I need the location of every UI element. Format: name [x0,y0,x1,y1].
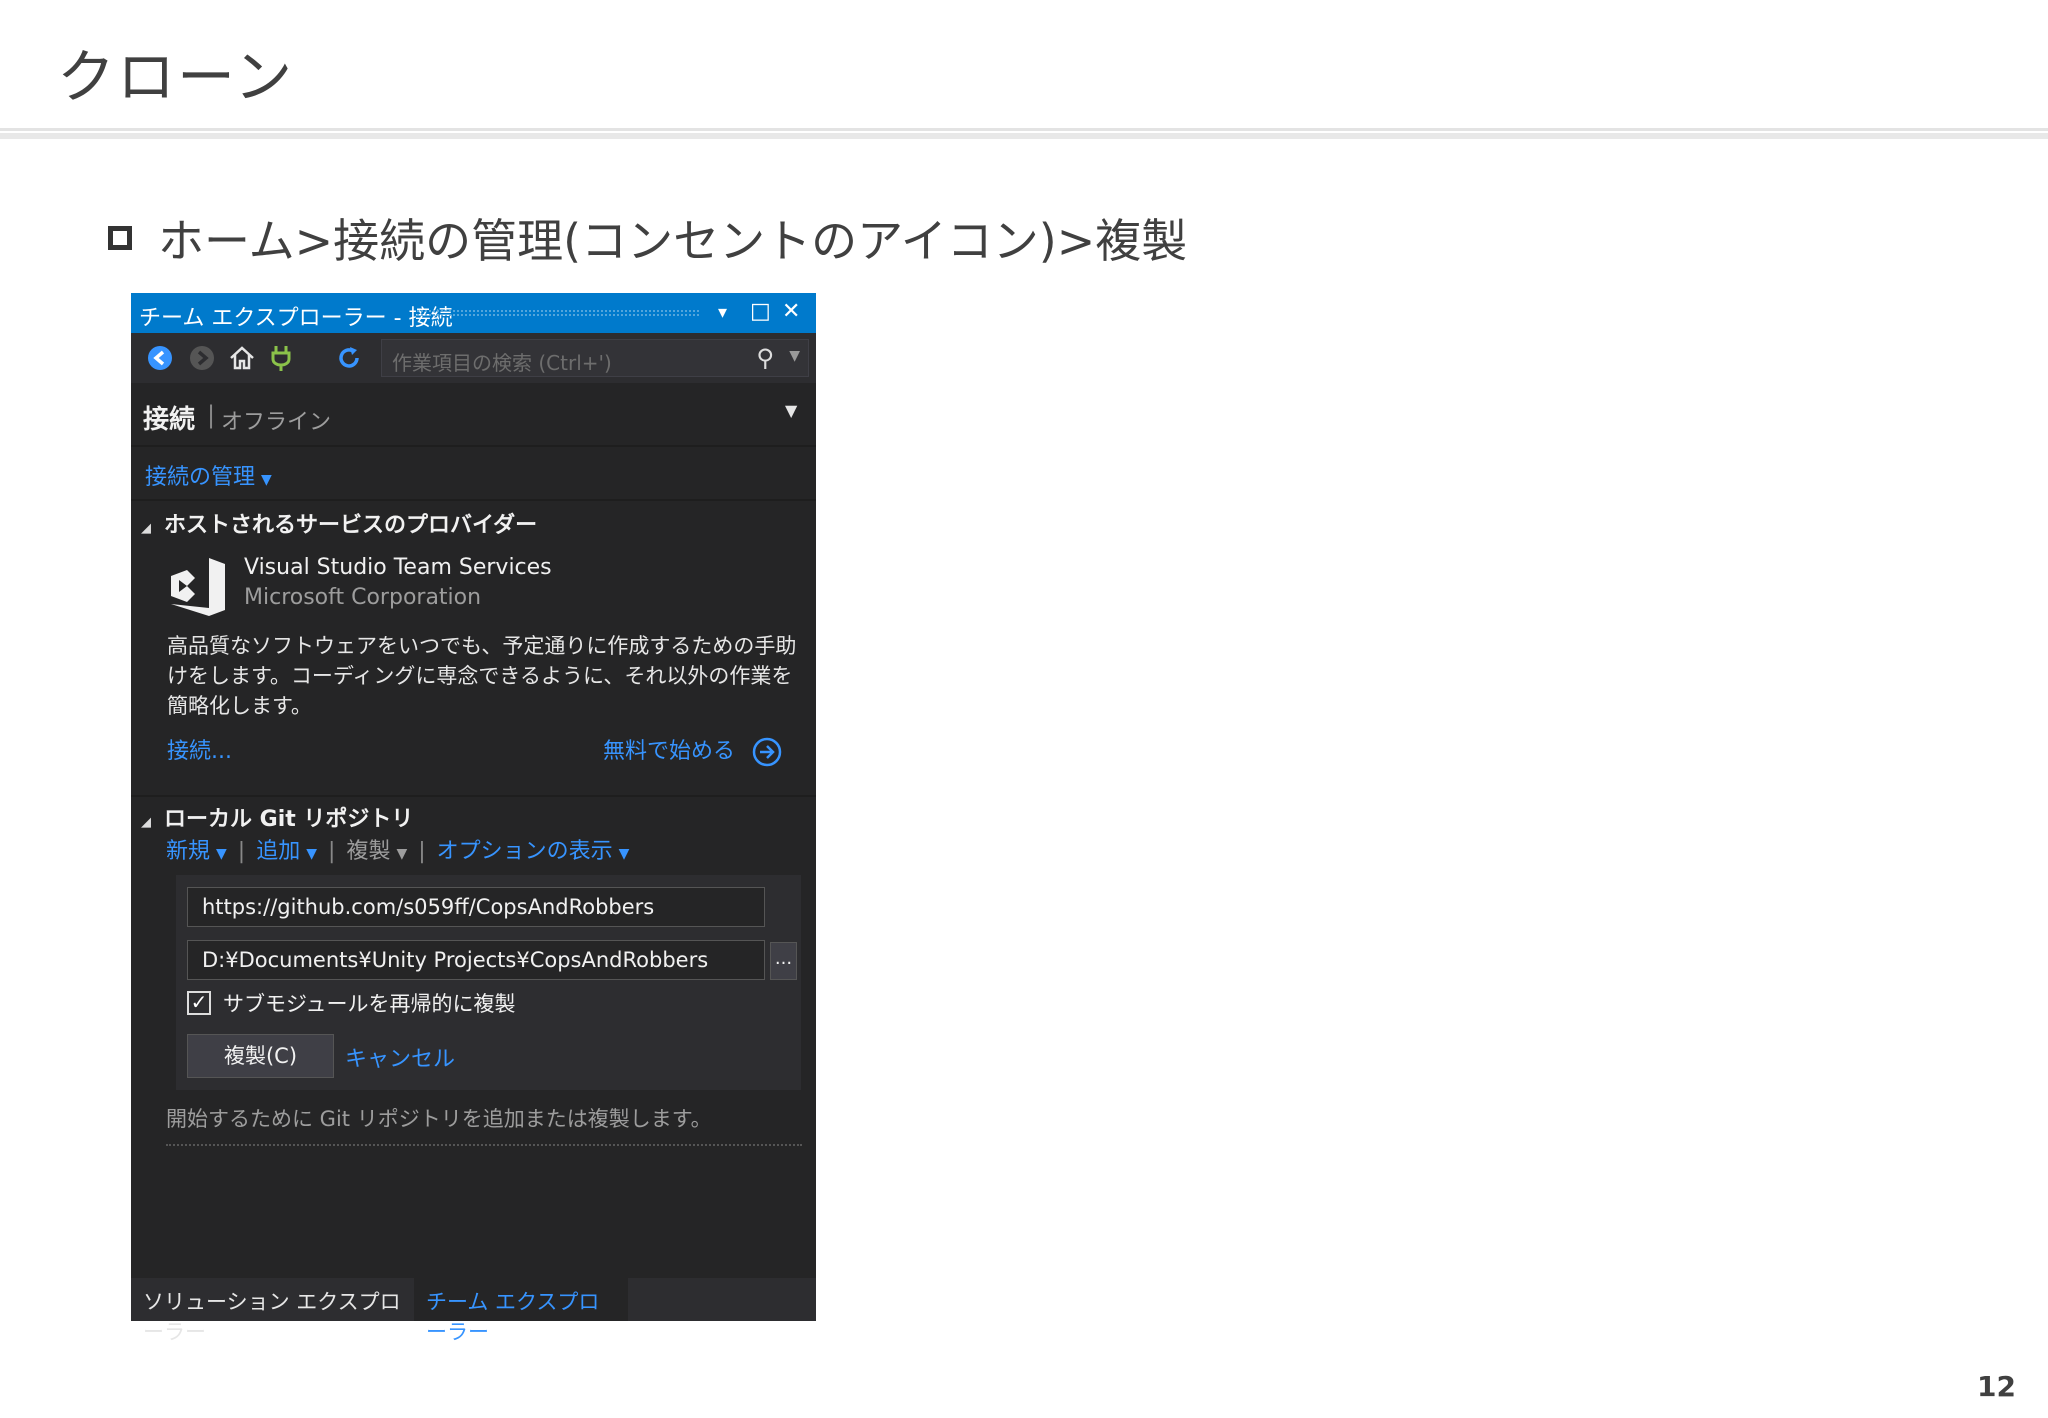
home-icon[interactable] [226,342,258,374]
tab-team-explorer[interactable]: チーム エクスプローラー [414,1278,628,1344]
page-title: 接続 [143,405,196,435]
view-options-menu[interactable]: オプションの表示 ▼ [437,839,630,864]
clone-form: https://github.com/s059ff/CopsAndRobbers… [176,875,801,1090]
view-options-label: オプションの表示 [436,839,613,864]
divider [131,499,816,501]
add-repo-menu[interactable]: 追加 ▼ [256,839,317,864]
window-position-dropdown-icon[interactable]: ▾ [718,302,727,323]
start-free-link[interactable]: 無料で始める [603,733,782,767]
new-repo-menu[interactable]: 新規 ▼ [166,839,227,864]
browse-button[interactable]: ... [770,942,797,980]
arrow-right-circle-icon [752,737,782,767]
forward-icon[interactable] [186,342,218,374]
drag-grip[interactable] [416,309,701,317]
provider-company: Microsoft Corporation [244,585,482,610]
clone-button[interactable]: 複製(C) [187,1034,334,1078]
refresh-icon[interactable] [333,342,365,374]
back-icon[interactable] [144,342,176,374]
title-divider [0,128,2048,131]
provider-description: 高品質なソフトウェアをいつでも、予定通りに作成するための手助けをします。コーディ… [167,634,797,718]
title-divider-shadow [0,133,2048,139]
action-divider: | [418,839,426,864]
slide-title: クローン [57,43,295,111]
manage-connections-label: 接続の管理 [145,465,256,490]
panel-toolbar: 作業項目の検索 (Ctrl+') ⚲ ▼ [131,333,816,383]
git-hint-text: 開始するために Git リポジトリを追加または複製します。 [166,1107,712,1131]
repo-url-input[interactable]: https://github.com/s059ff/CopsAndRobbers [187,887,765,927]
action-divider: | [328,839,336,864]
search-icon[interactable]: ⚲ [756,344,774,372]
bullet-text: ホーム>接続の管理(コンセントのアイコン)>複製 [158,214,1188,268]
page-number: 12 [1977,1370,2016,1403]
add-label: 追加 [256,839,301,864]
hosted-providers-title: ホストされるサービスのプロバイダー [164,513,538,538]
clone-label: 複製 [346,839,391,864]
submodule-checkbox[interactable]: ✓ [187,991,211,1015]
connect-link[interactable]: 接続... [167,733,232,765]
clone-repo-menu[interactable]: 複製 ▼ [346,839,407,864]
divider [131,445,816,447]
submodule-label: サブモジュールを再帰的に複製 [223,992,516,1016]
chevron-down-icon: ▼ [396,846,408,862]
manage-connections-link[interactable]: 接続の管理 ▼ [145,459,272,491]
chevron-down-icon: ▼ [306,846,318,862]
header-divider: | [207,401,216,429]
hosted-providers-header[interactable]: ◢ ホストされるサービスのプロバイダー [141,507,537,539]
chevron-down-icon: ▼ [261,472,272,488]
square-bullet-icon [108,226,132,250]
new-label: 新規 [166,839,211,864]
start-free-label: 無料で始める [603,739,736,764]
action-divider: | [237,839,246,864]
cancel-link[interactable]: キャンセル [345,1041,455,1073]
chevron-down-icon: ▼ [618,846,630,862]
collapse-triangle-icon[interactable]: ◢ [141,815,151,830]
close-icon[interactable]: ✕ [782,299,800,324]
tab-solution-explorer[interactable]: ソリューション エクスプローラー [131,1278,414,1344]
bottom-tab-bar: ソリューション エクスプローラー チーム エクスプローラー [131,1278,816,1344]
divider [131,795,816,797]
work-item-search[interactable]: 作業項目の検索 (Ctrl+') ⚲ ▼ [381,339,809,377]
panel-title: チーム エクスプローラー - 接続 [139,306,453,331]
bullet-item: ホーム>接続の管理(コンセントのアイコン)>複製 [108,205,1187,271]
connection-status: オフライン [221,410,332,435]
provider-name: Visual Studio Team Services [244,555,552,580]
local-git-header[interactable]: ◢ ローカル Git リポジトリ [141,801,413,833]
page-menu-dropdown-icon[interactable]: ▼ [785,401,797,420]
local-git-title: ローカル Git リポジトリ [164,807,414,832]
chevron-down-icon: ▼ [216,846,227,862]
dotted-divider [166,1144,802,1146]
maximize-icon[interactable]: □ [750,299,771,324]
team-explorer-panel: チーム エクスプローラー - 接続 ▾ □ ✕ 作業項目の検索 (Ctrl+')… [131,293,816,1344]
panel-titlebar[interactable]: チーム エクスプローラー - 接続 ▾ □ ✕ [131,293,816,333]
search-dropdown-icon[interactable]: ▼ [789,348,800,364]
local-path-input[interactable]: D:¥Documents¥Unity Projects¥CopsAndRobbe… [187,940,765,980]
visual-studio-logo-icon [167,556,229,618]
collapse-triangle-icon[interactable]: ◢ [141,521,151,536]
search-placeholder: 作業項目の検索 (Ctrl+') [392,351,612,375]
git-action-bar: 新規 ▼ | 追加 ▼ | 複製 ▼ | オプションの表示 ▼ [166,833,629,865]
plug-icon[interactable] [265,342,297,374]
